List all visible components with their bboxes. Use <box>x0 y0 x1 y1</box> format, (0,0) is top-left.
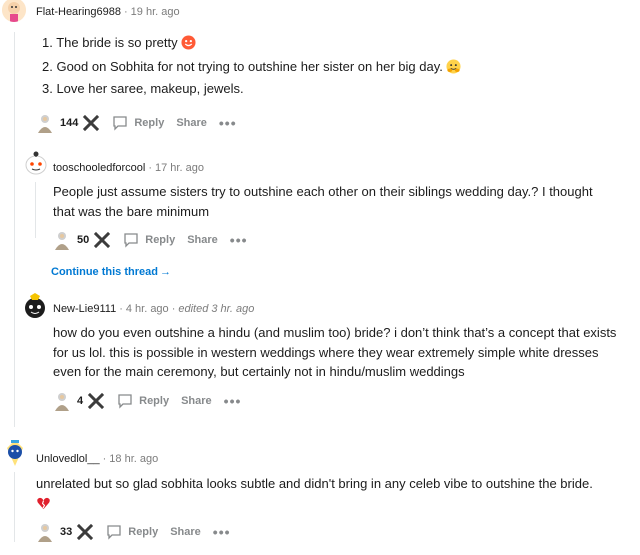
reply-bubble-icon <box>113 116 128 131</box>
hug-emoji-icon <box>446 59 461 74</box>
downvote-x-icon[interactable] <box>82 114 100 132</box>
timestamp[interactable]: 4 hr. ago <box>126 303 169 315</box>
user-avatar-icon[interactable] <box>22 292 48 320</box>
comment-actions: 144 Reply Share ••• <box>36 112 237 134</box>
timestamp[interactable]: 17 hr. ago <box>155 162 204 174</box>
downvote-x-icon[interactable] <box>76 523 94 541</box>
reply-bubble-icon <box>107 525 121 540</box>
downvote-x-icon[interactable] <box>87 392 105 410</box>
comment-body: People just assume sisters try to outshi… <box>53 184 593 219</box>
thread-line-main[interactable] <box>14 32 15 427</box>
comment-meta: New-Lie9111 · 4 hr. ago · edited 3 hr. ago <box>53 303 255 315</box>
thread-line-unloved[interactable] <box>14 472 15 542</box>
more-dots-icon[interactable]: ••• <box>213 525 231 539</box>
username[interactable]: tooschooledforcool <box>53 162 145 174</box>
award-icon[interactable] <box>53 391 71 411</box>
share-button[interactable]: Share <box>181 395 212 407</box>
reply-button[interactable]: Reply <box>123 232 175 248</box>
comment-body: how do you even outshine a hindu (and mu… <box>53 325 617 379</box>
smile-emoji-icon <box>181 35 196 50</box>
reply-button[interactable]: Reply <box>112 115 164 131</box>
comment-meta: tooschooledforcool · 17 hr. ago <box>53 162 204 174</box>
reply-button[interactable]: Reply <box>106 524 158 540</box>
award-icon[interactable] <box>36 522 54 542</box>
vote-count: 144 <box>60 117 79 129</box>
continue-thread-link[interactable]: Continue this thread → <box>51 266 171 278</box>
downvote-x-icon[interactable] <box>93 231 111 249</box>
user-avatar-icon[interactable] <box>2 0 26 22</box>
timestamp[interactable]: 19 hr. ago <box>131 6 180 18</box>
comment-meta: Unlovedlol__ · 18 hr. ago <box>36 453 159 465</box>
vote-count: 33 <box>60 526 73 538</box>
timestamp[interactable]: 18 hr. ago <box>109 453 158 465</box>
award-icon[interactable] <box>36 113 54 133</box>
username[interactable]: Unlovedlol__ <box>36 453 100 465</box>
share-button[interactable]: Share <box>187 234 218 246</box>
share-button[interactable]: Share <box>176 117 207 129</box>
broken-heart-emoji-icon <box>37 497 50 509</box>
list-item: 3. Love her saree, makeup, jewels. <box>42 81 244 96</box>
reply-button[interactable]: Reply <box>117 393 169 409</box>
list-item: 2. Good on Sobhita for not trying to out… <box>42 59 461 74</box>
arrow-right-icon: → <box>159 266 171 278</box>
comment-actions: 4 Reply Share ••• <box>53 390 241 412</box>
reply-bubble-icon <box>118 394 132 409</box>
award-icon[interactable] <box>53 230 71 250</box>
share-button[interactable]: Share <box>170 526 201 538</box>
comment-actions: 33 Reply Share ••• <box>36 521 231 543</box>
more-dots-icon[interactable]: ••• <box>219 116 237 130</box>
list-item: 1. The bride is so pretty <box>42 35 196 50</box>
comment-actions: 50 Reply Share ••• <box>53 229 248 251</box>
vote-count: 4 <box>77 395 84 407</box>
comment-meta: Flat-Hearing6988 · 19 hr. ago <box>36 6 180 18</box>
reply-bubble-icon <box>124 233 138 248</box>
user-avatar-icon[interactable] <box>2 438 28 468</box>
vote-count: 50 <box>77 234 90 246</box>
username[interactable]: New-Lie9111 <box>53 303 116 315</box>
comment-body: unrelated but so glad sobhita looks subt… <box>36 474 596 513</box>
user-avatar-icon[interactable] <box>24 150 48 176</box>
edited-label: edited 3 hr. ago <box>178 303 255 315</box>
more-dots-icon[interactable]: ••• <box>230 233 248 247</box>
more-dots-icon[interactable]: ••• <box>224 394 242 408</box>
username[interactable]: Flat-Hearing6988 <box>36 6 121 18</box>
thread-line-reply[interactable] <box>35 182 36 238</box>
